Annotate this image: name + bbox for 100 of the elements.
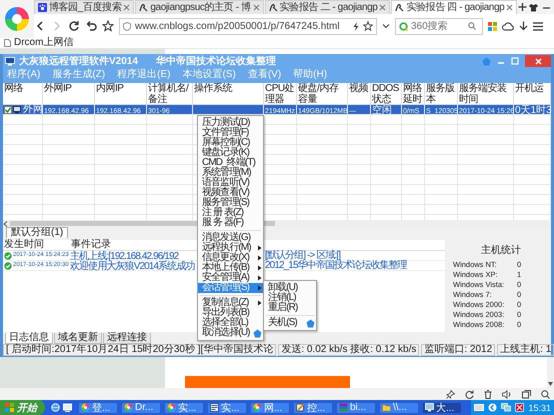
close-button[interactable] [525, 55, 551, 67]
bookmark-link[interactable]: Drcom上网信 [14, 38, 74, 48]
menu-item[interactable]: 键盘记录(K) [198, 148, 263, 158]
scroll-left-icon[interactable] [3, 220, 8, 226]
refresh-icon[interactable] [465, 390, 474, 398]
taskbar-button[interactable]: 实... [164, 402, 204, 414]
menu-item[interactable]: 消息发送(G) [198, 233, 263, 243]
lightning-icon[interactable] [353, 22, 359, 30]
status-text: 发送: 0.02 kb/s 接收: 0.12 kb/s [278, 344, 420, 356]
expand-icon[interactable] [488, 403, 498, 412]
menu-item[interactable]: 服务管理(S) [198, 198, 263, 208]
download-icon[interactable] [519, 21, 528, 31]
window-icon[interactable] [522, 390, 531, 398]
computer-icon [13, 106, 21, 114]
taskbar-button[interactable]: Dr... [121, 402, 161, 414]
menu-item[interactable]: 注销(L) [264, 293, 316, 303]
menu-item[interactable]: 取消选择(U) [198, 328, 263, 338]
menu-item[interactable]: 安全管理(A) [198, 273, 263, 283]
menu-item[interactable]: 语音监听(V) [198, 178, 263, 188]
panel-tab[interactable]: 远程连接 [103, 333, 151, 344]
status-text: 监听端口: 2012 [421, 344, 496, 356]
taskbar-button[interactable]: 实... [207, 402, 247, 414]
menu-item[interactable]: CMD_终端(T) [198, 158, 263, 168]
window-subtitle: 华中帝国技术论坛收集整理 [156, 54, 276, 68]
address-field[interactable]: www.cnblogs.com/p20050001/p/7647245.html [119, 18, 377, 34]
table-cell: 外网 [22, 105, 44, 114]
close-icon [534, 58, 542, 64]
search-icon[interactable] [541, 390, 550, 398]
close-icon[interactable] [506, 4, 514, 11]
taskbar-button[interactable]: 登... [78, 402, 118, 414]
control-panel-icon [296, 403, 305, 412]
menu-icon[interactable] [533, 22, 543, 30]
row-checkbox[interactable] [4, 106, 12, 114]
search-icon[interactable] [468, 22, 476, 30]
table-cell: 空闲 [371, 105, 393, 116]
apps-icon[interactable] [488, 22, 497, 30]
undo-button[interactable] [85, 20, 97, 32]
taskbar-button[interactable]: bi... [336, 402, 376, 414]
taskbar-button[interactable]: 网... [250, 402, 290, 414]
menu-item[interactable]: 系统管理(M) [198, 168, 263, 178]
star-icon[interactable] [363, 21, 373, 31]
taskbar-button[interactable]: \\... [379, 402, 419, 414]
browser-logo-icon [3, 5, 31, 33]
archive-icon [339, 403, 348, 412]
desktop-icon[interactable] [63, 403, 72, 412]
menu-item[interactable]: 卸载(U) [264, 283, 316, 293]
taskbar-button[interactable]: 大... [422, 402, 462, 414]
plus-icon[interactable] [518, 0, 528, 14]
menu-item[interactable]: 重启(R) [264, 303, 316, 313]
taskbar-button[interactable]: 控... [293, 402, 333, 414]
log-event: 欢迎使用大灰狼V2014系统成功 [69, 262, 195, 271]
menu-item[interactable]: 注 册 表(Z) [198, 208, 263, 218]
menu-item[interactable]: 服 务 器(F) [198, 218, 263, 228]
star-button[interactable] [102, 20, 114, 32]
network-icon[interactable] [501, 403, 512, 412]
menu-item[interactable]: 屏幕控制(C) [198, 138, 263, 148]
menu-item[interactable]: 导出列表(B) [198, 308, 263, 318]
swirl-icon [395, 3, 404, 12]
caret-down-icon[interactable] [382, 22, 390, 30]
menu-item[interactable]: 信息更改(X) [198, 253, 263, 263]
star-icon [102, 20, 114, 32]
scroll-down-icon[interactable] [548, 382, 553, 386]
menu-item[interactable]: 压力测试(D) [198, 118, 263, 128]
group-tab[interactable]: 默认分组(1) [6, 227, 68, 238]
pinwheel-icon [167, 403, 176, 412]
browser-tab[interactable]: 实验报告 四 - gaojiangp [391, 0, 518, 14]
browser-tab[interactable]: 博客园_百度搜索 [34, 0, 134, 14]
panel-tab[interactable]: 日志信息 [5, 333, 53, 344]
speaker-icon[interactable] [502, 390, 512, 398]
menu-item[interactable]: 文件管理(F) [198, 128, 263, 138]
app-tray-icon[interactable] [515, 403, 524, 412]
reload-button[interactable] [68, 20, 80, 32]
menu-item[interactable]: 视频查看(V) [198, 188, 263, 198]
close-icon[interactable] [252, 4, 260, 11]
menu-item[interactable]: 本地上传(B) [198, 263, 263, 273]
menu-item[interactable]: 复制信息(Z) [198, 298, 263, 308]
browser-tab[interactable]: 实验报告 二 - gaojiangp [264, 0, 390, 14]
globe-icon[interactable] [51, 403, 60, 412]
menu-item[interactable]: 远程执行(M) [198, 243, 263, 253]
pinwheel-icon [253, 403, 262, 412]
search-bar[interactable]: 360搜索 [395, 18, 483, 34]
windows-flag-icon [5, 403, 14, 412]
trash-icon[interactable] [484, 390, 492, 398]
column-header: 事件记录 [70, 240, 111, 250]
paw-icon [38, 3, 47, 12]
menu-item[interactable]: 关机(S) [264, 318, 316, 328]
panel-tab[interactable]: 域名更新 [54, 333, 102, 344]
cloud-icon[interactable] [502, 22, 514, 30]
pin-icon[interactable] [446, 390, 455, 398]
start-button[interactable]: 开始 [0, 400, 45, 415]
menu-item[interactable]: 选择全部(L) [198, 318, 263, 328]
stats-title: 主机统计 [480, 244, 522, 257]
close-icon[interactable] [379, 4, 386, 11]
status-text: 上线主机: 1 [497, 344, 554, 356]
shirt-icon[interactable] [529, 2, 538, 12]
browser-tab[interactable]: gaojiangpsuc的主页 - 博 [135, 0, 264, 14]
search-field[interactable]: 360搜索 [411, 20, 465, 32]
close-icon[interactable] [123, 4, 130, 11]
swirl-icon [268, 3, 278, 12]
log-event: 2012_15华中帝国技术论坛收集整理 [264, 261, 407, 270]
